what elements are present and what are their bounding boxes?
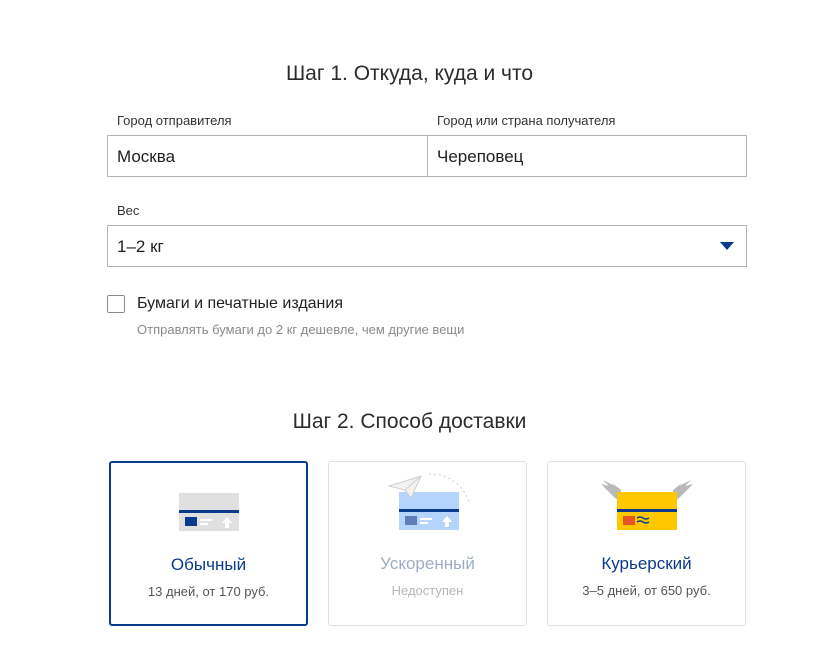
step1-title: Шаг 1. Откуда, куда и что [285,62,534,85]
weight-select[interactable]: 1–2 кг [107,225,747,267]
delivery-option-express[interactable]: Ускоренный Недоступен [328,461,527,626]
recipient-city-input[interactable]: Череповец [427,135,747,177]
sender-city-label: Город отправителя [117,113,232,128]
parcel-icon [178,493,239,531]
courier-parcel-icon [600,480,693,530]
chevron-down-icon [720,242,734,250]
paper-checkbox-label[interactable]: Бумаги и печатные издания [137,295,343,313]
delivery-option-title: Курьерский [601,554,692,573]
step2-title: Шаг 2. Способ доставки [292,410,527,433]
weight-value: 1–2 кг [117,237,164,256]
delivery-option-title: Обычный [170,555,247,574]
delivery-option-title: Ускоренный [380,554,475,573]
weight-label: Вес [117,203,140,218]
recipient-city-value: Череповец [437,147,524,166]
recipient-city-label: Город или страна получателя [437,113,616,128]
sender-city-input[interactable]: Москва [107,135,428,177]
paper-checkbox[interactable] [107,295,125,313]
paper-hint: Отправлять бумаги до 2 кг дешевле, чем д… [137,322,465,337]
delivery-option-regular[interactable]: Обычный 13 дней, от 170 руб. [109,461,308,626]
express-parcel-icon [386,473,469,530]
delivery-option-courier[interactable]: Курьерский 3–5 дней, от 650 руб. [547,461,746,626]
delivery-option-subtitle: Недоступен [391,583,464,598]
sender-city-value: Москва [117,147,176,166]
delivery-option-subtitle: 13 дней, от 170 руб. [147,584,270,599]
delivery-option-subtitle: 3–5 дней, от 650 руб. [582,583,711,598]
